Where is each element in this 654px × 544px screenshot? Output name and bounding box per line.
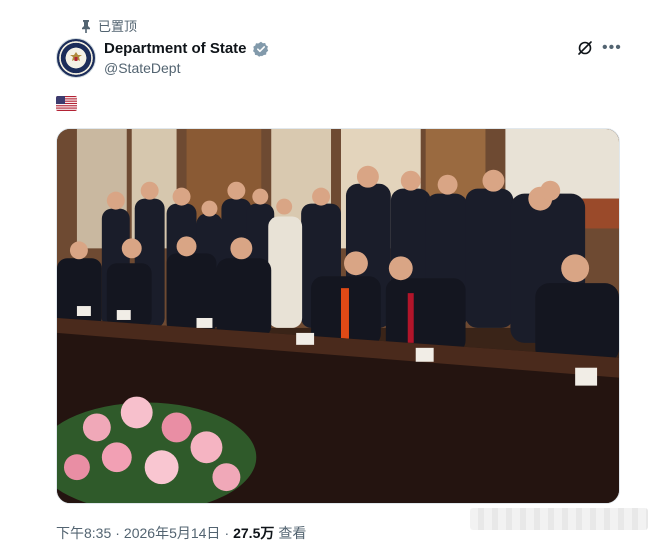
tweet-photo[interactable] xyxy=(56,128,620,504)
pin-icon xyxy=(82,19,90,33)
grok-icon[interactable] xyxy=(577,40,593,56)
delegation-meeting-image xyxy=(57,129,619,503)
separator-dot: · xyxy=(224,525,230,541)
separator-dot: · xyxy=(115,525,120,541)
views-count: 27.5万 xyxy=(233,525,275,541)
tweet-date[interactable]: 2026年5月14日 xyxy=(124,523,221,543)
author-handle[interactable]: @StateDept xyxy=(104,60,180,76)
us-flag-icon xyxy=(56,96,77,111)
pinned-indicator: 已置顶 xyxy=(80,16,137,35)
author-display-name[interactable]: Department of State xyxy=(104,40,247,57)
tweet-timestamp-row: 下午8:35 · 2026年5月14日 · 27.5万 查看 xyxy=(56,523,306,543)
more-options-icon[interactable]: ••• xyxy=(602,40,622,56)
pinned-label: 已置顶 xyxy=(98,19,138,34)
blurred-watermark xyxy=(470,508,648,530)
tweet-time[interactable]: 下午8:35 xyxy=(56,523,111,543)
avatar[interactable] xyxy=(56,38,96,78)
state-department-seal-icon xyxy=(70,52,82,61)
verified-badge-icon xyxy=(252,41,268,57)
views-label: 查看 xyxy=(278,525,307,541)
author-name-row: Department of State xyxy=(104,40,269,57)
